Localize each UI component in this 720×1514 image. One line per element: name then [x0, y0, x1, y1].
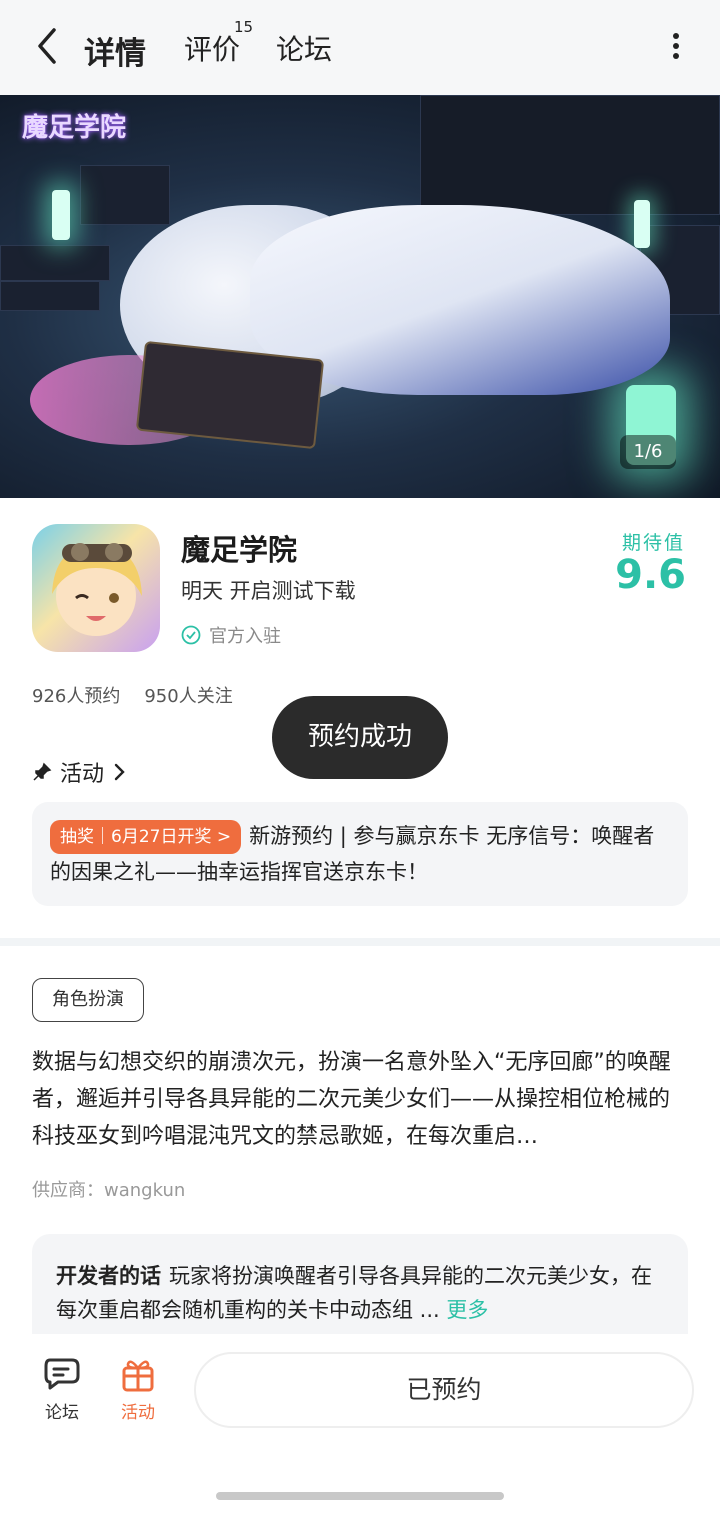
activity-nav-button[interactable]: 活动 [108, 1356, 168, 1423]
book-icon [135, 340, 325, 450]
supplier-info: 供应商：wangkun [32, 1180, 186, 1201]
game-stats: 926人预约 950人关注 [32, 682, 233, 708]
activity-nav-label: 活动 [121, 1403, 155, 1423]
game-description: 数据与幻想交织的崩溃次元，扮演一名意外坠入“无序回廊”的唤醒者，邂逅并引导各具异… [32, 1050, 671, 1149]
tab-forum[interactable]: 论坛 [276, 28, 332, 68]
bookshelf [420, 95, 720, 215]
candle-glow [634, 200, 650, 248]
forum-nav-label: 论坛 [45, 1403, 79, 1423]
chibi-character-icon [52, 543, 142, 636]
official-label: 官方入驻 [209, 626, 281, 647]
game-logo-text: 魔足学院 [22, 113, 127, 143]
pin-icon [33, 762, 52, 781]
tab-detail[interactable]: 详情 [81, 28, 149, 77]
forum-nav-button[interactable]: 论坛 [32, 1356, 92, 1423]
book-stack [80, 165, 170, 225]
candle-glow [52, 190, 70, 240]
check-circle-icon [181, 625, 201, 645]
top-bar: 详情 评价 15 论坛 [0, 0, 720, 95]
more-link[interactable]: 更多 [446, 1298, 488, 1322]
follower-count: 950人关注 [144, 686, 233, 707]
home-indicator[interactable] [216, 1492, 504, 1500]
developer-note-title: 开发者的话 [56, 1264, 161, 1288]
reserved-button[interactable]: 已预约 [194, 1352, 694, 1428]
tab-detail-label: 详情 [84, 36, 146, 72]
score-label: 期待值 [621, 532, 685, 554]
more-options-icon[interactable] [672, 32, 680, 60]
review-count-badge: 15 [234, 18, 254, 36]
chat-bubble-icon [44, 1358, 80, 1390]
game-app-icon [32, 524, 160, 652]
genre-tag[interactable]: 角色扮演 [32, 978, 144, 1022]
game-title: 魔足学院 [181, 533, 298, 567]
activity-card[interactable]: 抽奖｜6月27日开奖 > 新游预约 | 参与赢京东卡 无序信号：唤醒者的因果之礼—… [32, 802, 688, 906]
tab-review[interactable]: 评价 15 [184, 18, 253, 68]
activity-heading: 活动 [60, 762, 105, 787]
carousel-counter: 1/6 [620, 435, 676, 469]
banner-carousel[interactable]: 魔足学院 1/6 [0, 95, 720, 498]
developer-note-card[interactable]: 开发者的话 玩家将扮演唤醒者引导各具异能的二次元美少女，在每次重启都会随机重构的关… [32, 1234, 688, 1334]
section-divider [0, 938, 720, 946]
activity-section-header[interactable]: 活动 [32, 756, 126, 788]
bottom-action-bar: 论坛 活动 已预约 [0, 1334, 720, 1514]
tab-review-label: 评价 [184, 33, 241, 66]
book-stack [0, 281, 100, 311]
tab-forum-label: 论坛 [276, 33, 333, 66]
reservation-count: 926人预约 [32, 686, 121, 707]
chevron-right-icon [114, 763, 125, 781]
toast-message: 预约成功 [272, 696, 448, 779]
game-release-status: 明天 开启测试下载 [181, 579, 356, 603]
official-verified: 官方入驻 [181, 622, 281, 648]
expectation-score: 9.6 [615, 552, 686, 598]
book-stack [0, 245, 110, 281]
back-chevron-icon[interactable] [30, 26, 66, 66]
gift-icon [122, 1360, 154, 1392]
lottery-badge: 抽奖｜6月27日开奖 > [50, 820, 242, 854]
